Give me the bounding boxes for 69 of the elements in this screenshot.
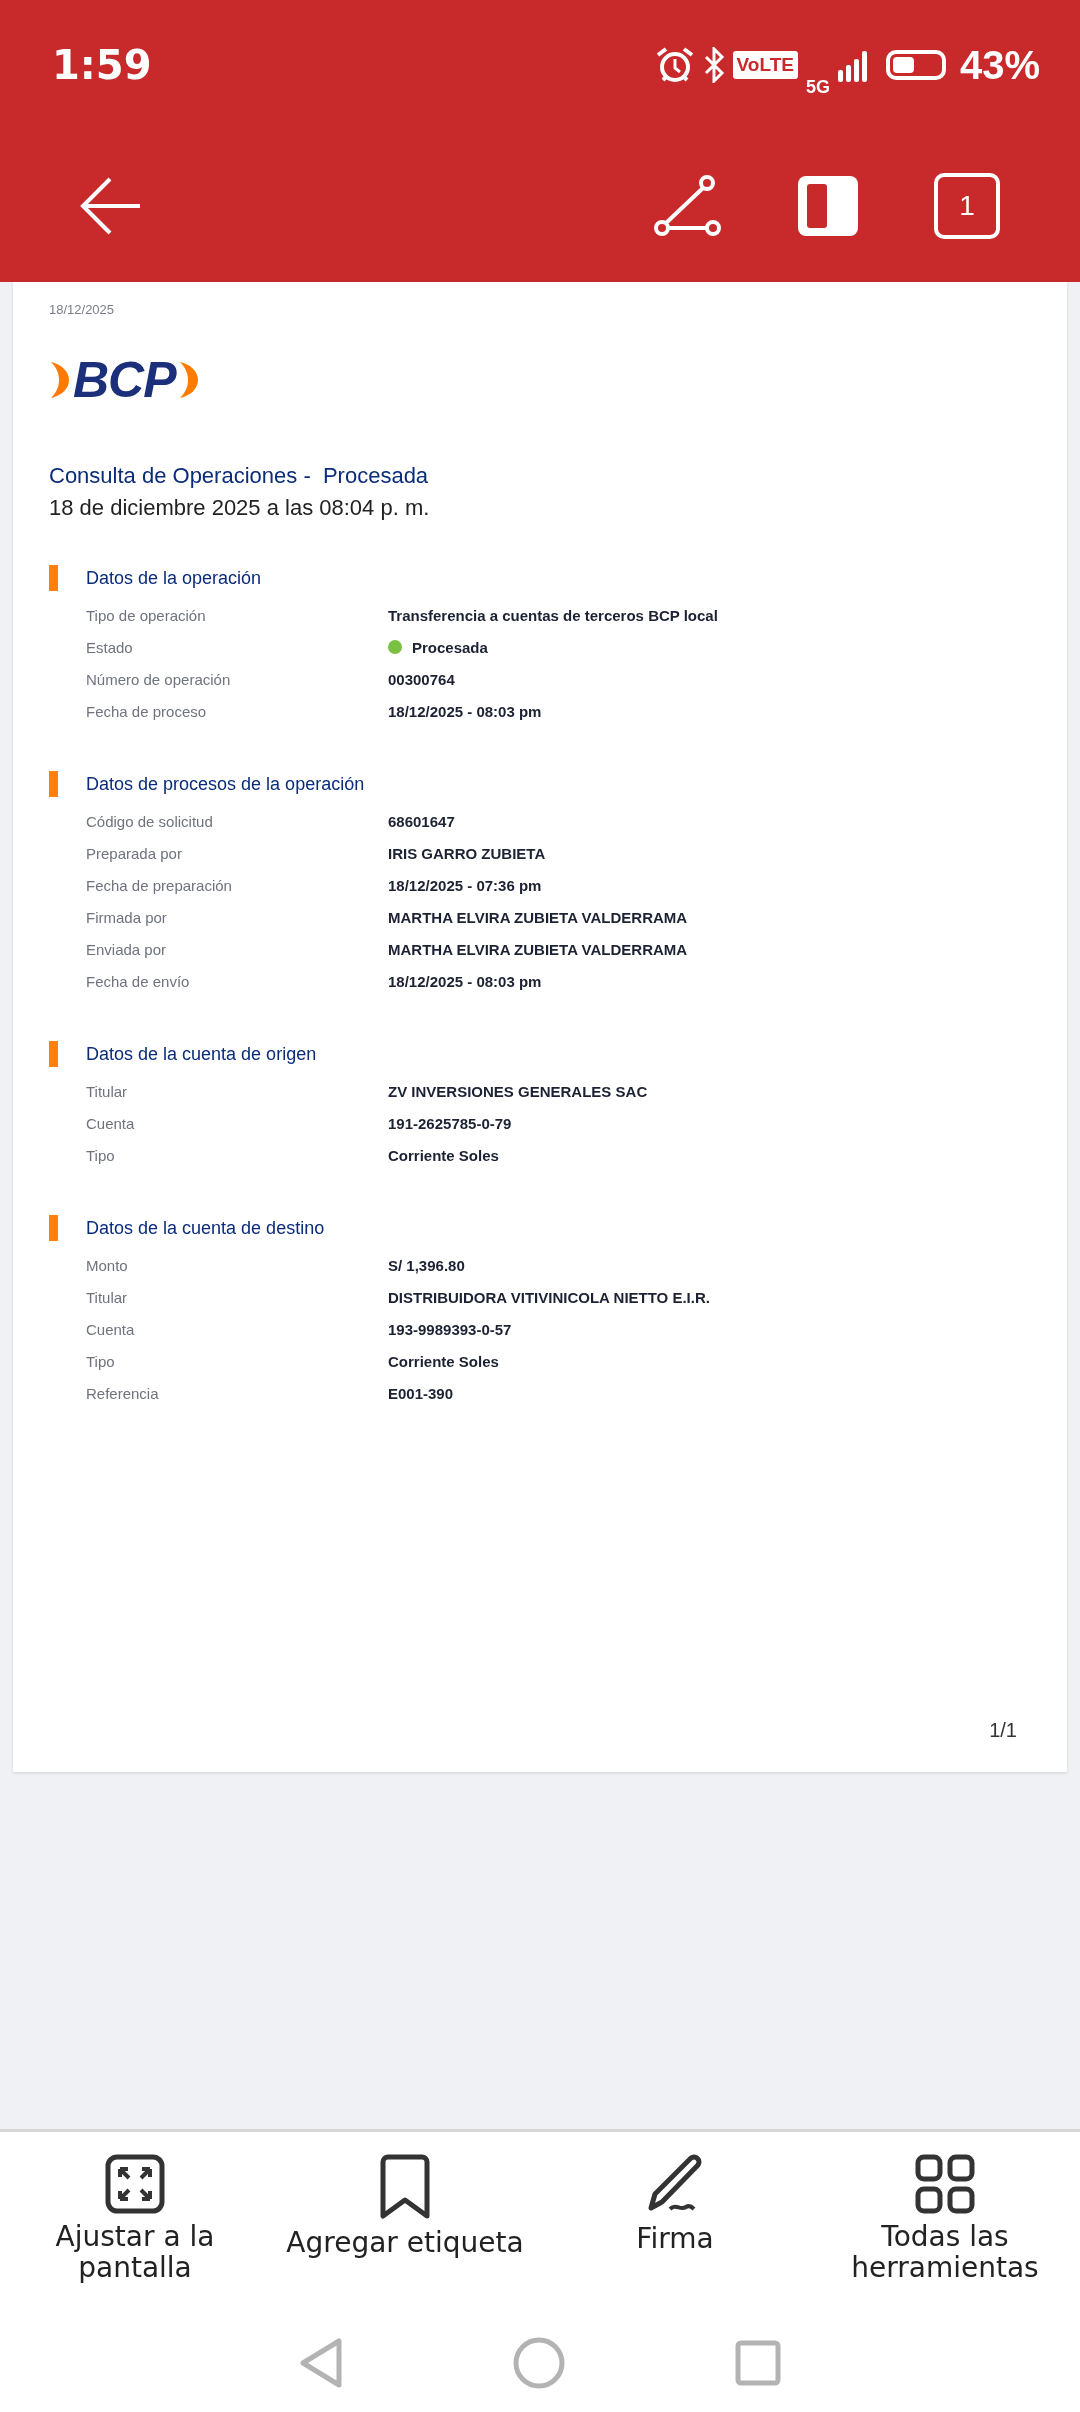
field-label: Número de operación bbox=[86, 670, 232, 688]
field-value: DISTRIBUIDORA VITIVINICOLA NIETTO E.I.R. bbox=[388, 1288, 710, 1306]
field-label: Fecha de envío bbox=[86, 972, 191, 990]
back-icon[interactable] bbox=[80, 177, 142, 235]
section-heading: Datos de la cuenta de origen bbox=[86, 1043, 317, 1065]
document-title: Consulta de Operaciones - Procesada bbox=[49, 463, 429, 489]
field-value: IRIS GARRO ZUBIETA bbox=[388, 844, 546, 862]
field-label: Tipo bbox=[86, 1146, 116, 1164]
clock-time: 1:59 bbox=[52, 42, 152, 88]
field-label: Cuenta bbox=[86, 1320, 136, 1338]
field-label: Cuenta bbox=[86, 1114, 136, 1132]
field-value: 18/12/2025 - 07:36 pm bbox=[388, 876, 542, 894]
section-marker bbox=[49, 565, 58, 591]
field-value: ZV INVERSIONES GENERALES SAC bbox=[388, 1082, 648, 1100]
field-label: Tipo de operación bbox=[86, 606, 207, 624]
section-heading: Datos de procesos de la operación bbox=[86, 773, 365, 795]
bluetooth-icon bbox=[702, 47, 725, 83]
field-value: 00300764 bbox=[388, 670, 455, 688]
field-label: Referencia bbox=[86, 1384, 160, 1402]
field-label: Fecha de proceso bbox=[86, 702, 208, 720]
field-label: Fecha de preparación bbox=[86, 876, 233, 894]
field-value: E001-390 bbox=[388, 1384, 454, 1402]
tool-button[interactable]: Ajustar a la pantalla bbox=[5, 2154, 265, 2314]
field-value: Corriente Soles bbox=[388, 1146, 499, 1164]
section-marker bbox=[49, 1041, 58, 1067]
field-value: 18/12/2025 - 08:03 pm bbox=[388, 972, 542, 990]
field-value: Procesada bbox=[412, 638, 488, 656]
field-value: 191-2625785-0-79 bbox=[388, 1114, 512, 1132]
field-label: Titular bbox=[86, 1288, 129, 1306]
section-heading: Datos de la cuenta de destino bbox=[86, 1217, 325, 1239]
field-value: MARTHA ELVIRA ZUBIETA VALDERRAMA bbox=[388, 908, 688, 926]
field-value: 18/12/2025 - 08:03 pm bbox=[388, 702, 542, 720]
page-number: 1/1 bbox=[989, 1719, 1017, 1742]
field-label: Estado bbox=[86, 638, 134, 656]
field-label: Preparada por bbox=[86, 844, 183, 862]
document-date: 18/12/2025 bbox=[49, 302, 115, 317]
document-subtitle: 18 de diciembre 2025 a las 08:04 p. m. bbox=[49, 495, 430, 521]
field-label: Firmada por bbox=[86, 908, 168, 926]
field-label: Código de solicitud bbox=[86, 812, 214, 830]
alarm-icon bbox=[654, 46, 695, 84]
battery-icon bbox=[885, 50, 946, 80]
fit-screen-icon bbox=[105, 2154, 165, 2214]
field-label: Titular bbox=[86, 1082, 129, 1100]
network-label: 5G bbox=[805, 76, 830, 98]
tool-button[interactable]: Agregar etiqueta bbox=[275, 2154, 535, 2314]
field-value: MARTHA ELVIRA ZUBIETA VALDERRAMA bbox=[388, 940, 688, 958]
field-value: S/ 1,396.80 bbox=[388, 1256, 465, 1274]
bookmark-icon bbox=[380, 2154, 430, 2220]
chevron-icon bbox=[177, 360, 200, 400]
field-value: 68601647 bbox=[388, 812, 455, 830]
grid-icon bbox=[915, 2154, 975, 2214]
page-count-button[interactable]: 1 bbox=[934, 173, 1000, 239]
field-value: Transferencia a cuentas de terceros BCP local bbox=[388, 606, 718, 624]
share-nodes-icon[interactable] bbox=[654, 175, 722, 237]
battery-percent: 43% bbox=[959, 42, 1040, 88]
volte-badge: VoLTE bbox=[732, 51, 798, 79]
tool-button[interactable]: Todas las herramientas bbox=[815, 2154, 1075, 2314]
field-value: Corriente Soles bbox=[388, 1352, 499, 1370]
section-marker bbox=[49, 1215, 58, 1241]
bank-logo: BCP bbox=[73, 355, 176, 405]
chevron-icon bbox=[49, 360, 71, 400]
field-value: 193-9989393-0-57 bbox=[388, 1320, 512, 1338]
field-label: Monto bbox=[86, 1256, 129, 1274]
panel-toggle-icon[interactable] bbox=[798, 176, 858, 236]
section-marker bbox=[49, 771, 58, 797]
field-label: Tipo bbox=[86, 1352, 116, 1370]
section-heading: Datos de la operación bbox=[86, 567, 262, 589]
field-label: Enviada por bbox=[86, 940, 168, 958]
tool-button[interactable]: Firma bbox=[545, 2154, 805, 2314]
